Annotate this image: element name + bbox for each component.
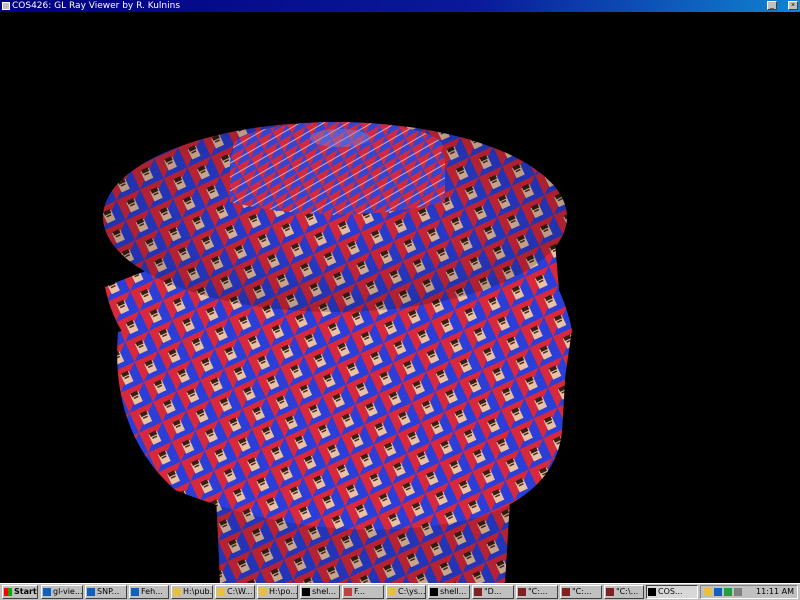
app-icon[interactable] [2,2,10,10]
gl-viewport[interactable] [0,12,800,583]
taskbar-button-9[interactable]: C:\ys... [386,585,426,599]
window-title-bar[interactable]: COS426: GL Ray Viewer by R. Kulnins _ × [0,0,800,12]
taskbar-button-1[interactable]: gl-vie... [41,585,83,599]
start-label: Start [14,587,37,596]
close-button[interactable]: × [788,1,798,10]
taskbar-button-10[interactable]: shell... [428,585,470,599]
folder-icon [173,588,181,596]
taskbar-button-3[interactable]: Feh... [129,585,169,599]
taskbar-button-4[interactable]: H:\pub... [171,585,213,599]
app-icon [606,588,614,596]
app-icon [562,588,570,596]
rendered-3d-object [103,122,572,583]
window-icon [43,588,51,596]
taskbar-button-8[interactable]: F... [342,585,384,599]
taskbar: Start gl-vie... SNP... Feh... H:\pub... … [0,583,800,600]
windows-logo-icon [4,588,12,596]
tray-icon-1[interactable] [704,588,712,596]
tray-icon-2[interactable] [714,588,722,596]
close-icon: × [790,2,796,9]
system-tray: 11:11 AM [700,585,798,599]
folder-icon [388,588,396,596]
terminal-icon [302,588,310,596]
clock[interactable]: 11:11 AM [756,586,794,598]
taskbar-button-5[interactable]: C:\W... [215,585,255,599]
taskbar-button-12[interactable]: "C:... [516,585,558,599]
window-icon [87,588,95,596]
volume-icon[interactable] [734,588,742,596]
taskbar-button-active[interactable]: COS... [646,585,698,599]
minimize-button[interactable]: _ [767,1,777,10]
app-icon [474,588,482,596]
minimize-icon: _ [770,2,774,9]
taskbar-button-13[interactable]: "C:... [560,585,602,599]
app-icon [344,588,352,596]
folder-icon [259,588,267,596]
start-button[interactable]: Start [2,585,38,599]
taskbar-button-11[interactable]: "D... [472,585,514,599]
folder-icon [217,588,225,596]
app-icon [518,588,526,596]
tray-icon-3[interactable] [724,588,732,596]
window-icon [131,588,139,596]
terminal-icon [430,588,438,596]
app-icon [648,588,656,596]
taskbar-button-14[interactable]: "C:\... [604,585,644,599]
taskbar-button-2[interactable]: SNP... [85,585,127,599]
taskbar-button-6[interactable]: H:\po... [257,585,298,599]
window-title: COS426: GL Ray Viewer by R. Kulnins [12,1,181,11]
taskbar-button-7[interactable]: shel... [300,585,340,599]
